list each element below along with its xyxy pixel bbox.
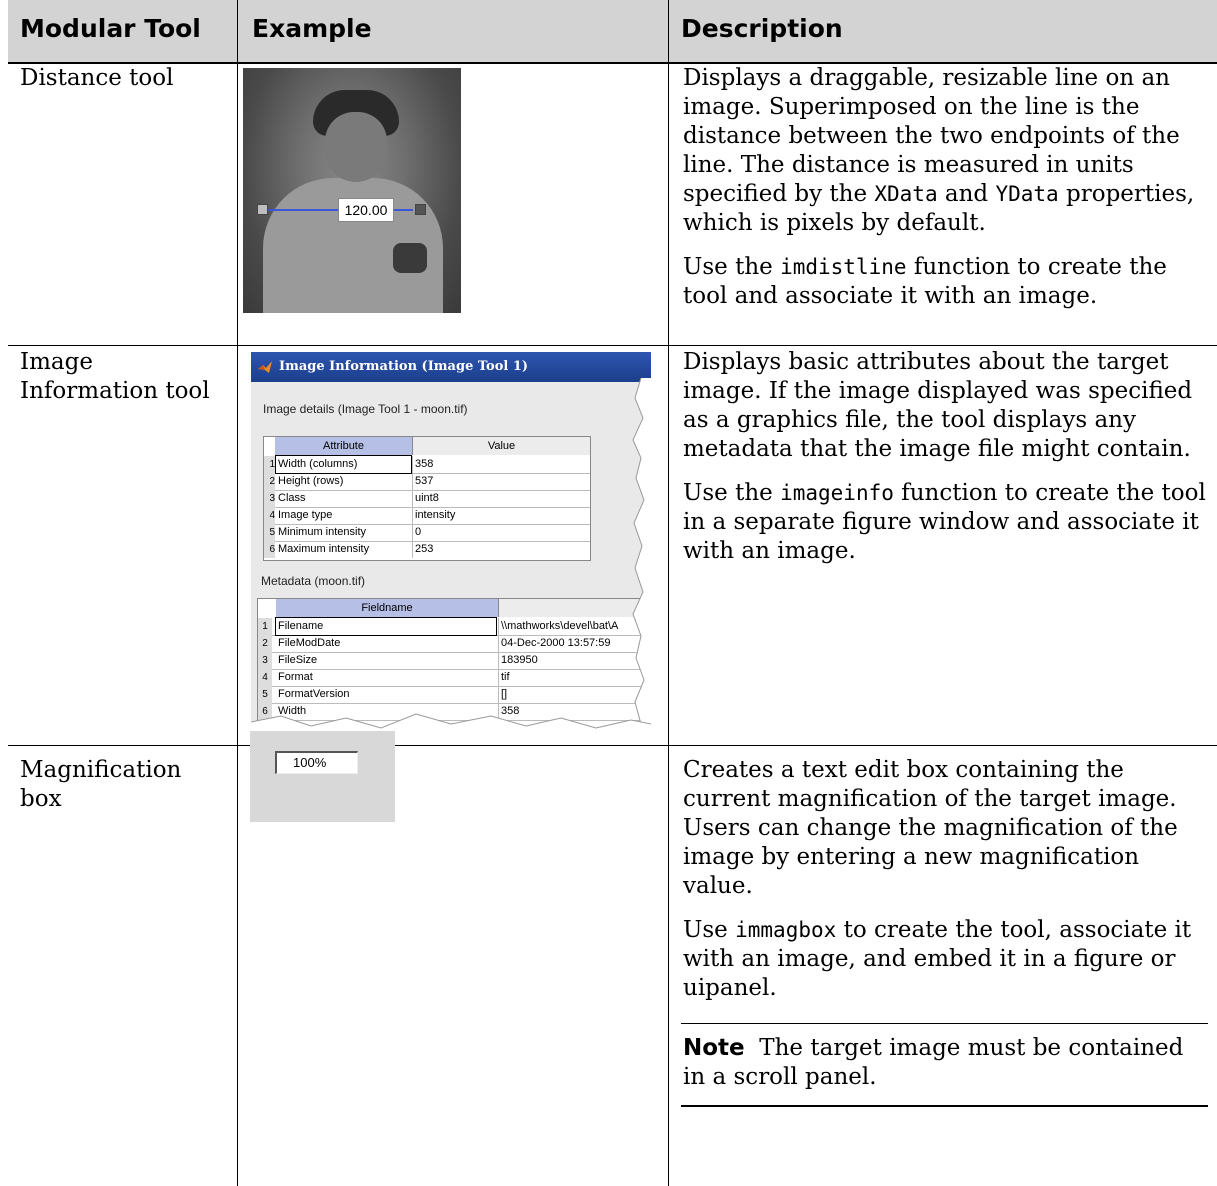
code-imdistline: imdistline [780,255,907,279]
metadata-row: 1 Filename \\mathworks\devel\bat\A [258,617,651,636]
details-row: 4 Image type intensity [264,507,590,525]
code-immagbox: immagbox [735,918,837,942]
matlab-logo-icon [258,361,272,373]
distance-tool-example-image: 120.00 [243,68,461,313]
details-row: 5 Minimum intensity 0 [264,524,590,542]
header-cell-description: Description [669,0,1217,62]
metadata-label: Metadata (moon.tif) [261,574,366,588]
header-cell-tool: Modular Tool [8,0,237,62]
header-example: Example [252,14,372,43]
code-xdata: XData [874,182,938,206]
header-description: Description [681,14,843,43]
details-row: 2 Height (rows) 537 [264,473,590,491]
description-paragraph: Displays basic attributes about the targ… [683,349,1193,462]
description-paragraph: Creates a text edit box containing the c… [683,757,1178,899]
distance-line-start-handle[interactable] [257,204,268,215]
tool-name: Magnification box [20,757,182,812]
usage-paragraph: Use the imdistline function to create th… [683,254,1167,309]
note-text: The target image must be contained in a … [683,1035,1184,1090]
details-label: Image details (Image Tool 1 - moon.tif) [263,402,468,416]
rule-row2 [8,745,1217,746]
tool-name: Image Information tool [20,349,210,404]
distance-label: 120.00 [338,198,394,222]
window-title-bar: Image Information (Image Tool 1) [251,352,651,382]
details-table: Attribute Value 1 Width (columns) 358 2 Hei… [263,436,591,561]
details-header-value: Value [413,437,591,455]
note-label: Note [683,1035,745,1061]
description-paragraph: Displays a draggable, resizable line on … [683,65,1195,236]
window-title: Image Information (Image Tool 1) [279,359,529,374]
details-row: 3 Class uint8 [264,490,590,508]
tool-description: Displays basic attributes about the targ… [683,348,1211,581]
metadata-row: 5 FormatVersion[] [258,686,651,704]
details-row: 1 Width (columns) 358 [264,455,590,474]
tool-name: Distance tool [20,65,174,91]
rule-row1 [8,345,1217,346]
magnification-input[interactable]: 100% [275,751,358,774]
torn-edge-bottom [251,713,651,732]
metadata-header-fieldname: Fieldname [276,599,499,617]
magnification-box-example: 100% [250,731,395,822]
distance-line-end-handle[interactable] [415,204,426,215]
metadata-row: 2 FileModDate 04-Dec-2000 13:57:59 [258,635,651,653]
details-row: 6 Maximum intensity 253 [264,541,590,558]
rule-col1 [237,0,238,1186]
note-rule-bottom [681,1105,1208,1107]
photo-face [325,112,387,182]
photo-emblem [393,243,427,273]
code-imageinfo: imageinfo [780,481,894,505]
tool-description: Displays a draggable, resizable line on … [683,64,1211,326]
header-cell-example: Example [238,0,668,62]
header-tool: Modular Tool [20,14,201,43]
metadata-row: 4 Format tif [258,669,651,687]
torn-edge-right [632,378,651,732]
note-box: Note The target image must be contained … [683,1034,1211,1092]
metadata-row: 3 FileSize 183950 [258,652,651,670]
image-information-window: Image Information (Image Tool 1) Image d… [251,352,651,732]
code-ydata: YData [995,182,1059,206]
usage-paragraph: Use immagbox to create the tool, associa… [683,917,1192,1001]
usage-paragraph: Use the imageinfo function to create the… [683,480,1206,564]
rule-col2 [668,0,669,1186]
details-header-attribute: Attribute [275,437,413,455]
tool-description: Creates a text edit box containing the c… [683,756,1211,1018]
note-rule-top [681,1023,1208,1024]
